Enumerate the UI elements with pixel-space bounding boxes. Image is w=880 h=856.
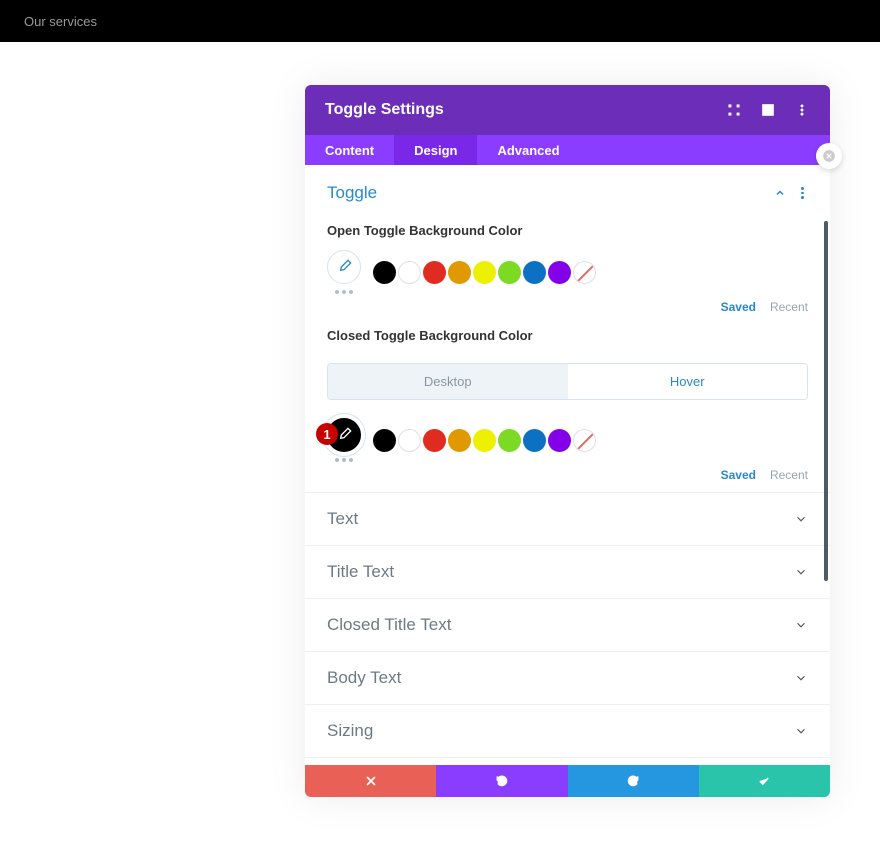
footer-actions [305,765,830,797]
closed-toggle-palette [373,429,596,452]
eyedropper-open-button[interactable] [327,250,361,284]
saved-tab[interactable]: Saved [721,468,756,482]
accordion-title: Text [327,509,794,529]
recent-tab[interactable]: Recent [770,468,808,482]
segment-hover[interactable]: Hover [568,364,808,399]
swatch-none[interactable] [573,261,596,284]
scrollbar[interactable] [824,221,828,611]
open-toggle-palette [373,261,596,284]
swatch-cyan[interactable] [523,261,546,284]
swatch-green[interactable] [498,261,521,284]
swatch-black[interactable] [373,429,396,452]
saved-tab[interactable]: Saved [721,300,756,314]
recent-tab[interactable]: Recent [770,300,808,314]
swatch-red[interactable] [423,429,446,452]
accordion-spacing[interactable]: Spacing [305,757,830,765]
step-badge: 1 [316,423,338,445]
swatch-yellow[interactable] [473,429,496,452]
accordion-title: Sizing [327,721,794,741]
tab-content[interactable]: Content [305,135,394,165]
tabs: Content Design Advanced [305,135,830,165]
section-more-icon[interactable] [796,187,808,199]
open-toggle-footer: Saved Recent [305,294,830,316]
chevron-down-icon [794,671,808,685]
swatch-purple[interactable] [548,429,571,452]
eyedropper-closed-button[interactable]: 1 [327,418,361,452]
swatch-purple[interactable] [548,261,571,284]
accordion-title: Title Text [327,562,794,582]
swatch-black[interactable] [373,261,396,284]
accordion-closed-title-text[interactable]: Closed Title Text [305,598,830,651]
breadcrumb: Our services [24,14,97,29]
chevron-down-icon [794,512,808,526]
swatch-more-icon[interactable] [335,290,353,294]
swatch-green[interactable] [498,429,521,452]
swatch-orange[interactable] [448,261,471,284]
swatch-orange[interactable] [448,429,471,452]
closed-toggle-bg-label: Closed Toggle Background Color [305,316,830,355]
accordion-title-text[interactable]: Title Text [305,545,830,598]
chevron-down-icon [794,618,808,632]
closed-toggle-swatch-row: 1 [305,418,830,462]
expand-icon[interactable] [726,102,742,118]
accordion-body-text[interactable]: Body Text [305,651,830,704]
swatch-yellow[interactable] [473,261,496,284]
swatch-white[interactable] [398,261,421,284]
chevron-down-icon [794,565,808,579]
panel-body: Toggle Open Toggle Background Color [305,165,830,765]
accordion-title: Closed Title Text [327,615,794,635]
swatch-cyan[interactable] [523,429,546,452]
panel-header: Toggle Settings [305,85,830,135]
accordion-sizing[interactable]: Sizing [305,704,830,757]
segment-desktop[interactable]: Desktop [328,364,568,399]
dock-icon[interactable] [760,102,776,118]
tab-advanced[interactable]: Advanced [477,135,579,165]
chevron-up-icon[interactable] [774,187,786,199]
chevron-down-icon [794,724,808,738]
settings-panel: Toggle Settings Content Design Advanced … [305,85,830,797]
tab-design[interactable]: Design [394,135,477,165]
swatch-more-icon[interactable] [335,458,353,462]
open-toggle-swatch-row [305,250,830,294]
cancel-button[interactable] [305,765,436,797]
section-toggle-header[interactable]: Toggle [305,165,830,211]
accordion-title: Body Text [327,668,794,688]
redo-button[interactable] [568,765,699,797]
panel-header-icons [726,102,810,118]
topbar: Our services [0,0,880,42]
swatch-white[interactable] [398,429,421,452]
undo-button[interactable] [436,765,567,797]
accordion-text[interactable]: Text [305,492,830,545]
confirm-button[interactable] [699,765,830,797]
closed-segment: Desktop Hover [305,355,830,404]
closed-toggle-footer: Saved Recent [305,462,830,484]
swatch-none[interactable] [573,429,596,452]
swatch-red[interactable] [423,261,446,284]
open-toggle-bg-label: Open Toggle Background Color [305,211,830,250]
section-title-toggle: Toggle [327,183,774,203]
more-vertical-icon[interactable] [794,102,810,118]
panel-title: Toggle Settings [325,101,726,119]
